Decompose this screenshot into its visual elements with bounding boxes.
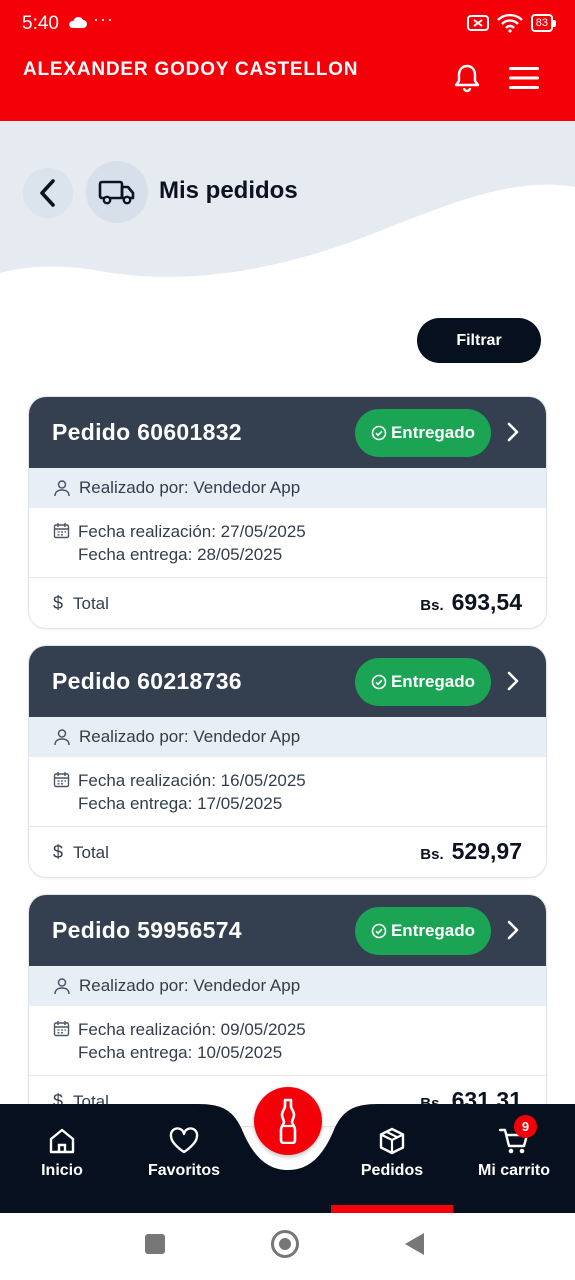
status-label: Entregado xyxy=(390,921,476,940)
order-amount: Bs. 529,97 xyxy=(420,838,522,865)
back-system-icon[interactable] xyxy=(405,1233,424,1255)
recents-icon[interactable] xyxy=(145,1234,165,1254)
chevron-right-icon[interactable] xyxy=(506,670,520,692)
order-made-by: Realizado por: Vendedor App xyxy=(29,966,546,1006)
order-date: Fecha realización: 09/05/2025 xyxy=(78,1020,306,1039)
header-wave xyxy=(0,121,575,277)
made-by-text: Realizado por: Vendedor App xyxy=(79,976,301,995)
truck-badge xyxy=(86,161,148,223)
system-nav-bar xyxy=(0,1213,575,1280)
total-value: 693,54 xyxy=(451,589,522,615)
status-label: Entregado xyxy=(390,672,476,691)
active-tab-indicator xyxy=(331,1205,453,1213)
currency: Bs. xyxy=(420,846,444,863)
nav-label: Pedidos xyxy=(360,1162,424,1179)
total-label: Total xyxy=(73,843,109,862)
order-date: Fecha realización: 16/05/2025 xyxy=(78,771,306,790)
user-icon xyxy=(54,978,70,995)
order-made-by: Realizado por: Vendedor App xyxy=(29,468,546,508)
order-dates: Fecha realización: 16/05/2025 Fecha entr… xyxy=(29,757,546,827)
calendar-icon xyxy=(53,1021,70,1037)
cart-count-badge: 9 xyxy=(514,1115,537,1138)
chevron-right-icon[interactable] xyxy=(506,421,520,443)
orders-list: Pedido 60601832 Entregado Realizado por:… xyxy=(28,396,547,1143)
delivery-date: Fecha entrega: 10/05/2025 xyxy=(78,1043,283,1062)
order-date: Fecha realización: 27/05/2025 xyxy=(78,522,306,541)
user-icon xyxy=(54,480,70,497)
calendar-icon xyxy=(53,772,70,788)
check-circle-icon xyxy=(371,674,387,690)
delivery-date: Fecha entrega: 28/05/2025 xyxy=(78,545,283,564)
status-indicators: 83 xyxy=(466,13,557,33)
order-title: Pedido 59956574 xyxy=(52,917,242,943)
wifi-icon xyxy=(496,13,523,33)
page-header: Mis pedidos xyxy=(0,121,575,291)
order-card[interactable]: Pedido 60601832 Entregado Realizado por:… xyxy=(28,396,547,629)
nav-label: Favoritos xyxy=(147,1162,220,1179)
bottle-icon xyxy=(279,1098,297,1144)
order-card-header: Pedido 60218736 Entregado xyxy=(29,646,546,717)
dollar-icon: $ xyxy=(53,593,64,613)
status-badge: Entregado xyxy=(355,658,491,706)
box-icon xyxy=(379,1127,405,1155)
user-name: ALEXANDER GODOY CASTELLON xyxy=(23,59,359,80)
battery-icon: 83 xyxy=(530,14,557,32)
order-total-row: $ Total Bs. 529,97 xyxy=(29,827,546,877)
nav-item-favoritos[interactable]: Favoritos xyxy=(134,1104,234,1213)
order-made-by: Realizado por: Vendedor App xyxy=(29,717,546,757)
nav-label: Inicio xyxy=(41,1162,83,1179)
center-fab-button[interactable] xyxy=(254,1087,322,1155)
status-bar: 5:40 ··· 83 xyxy=(0,0,575,48)
order-total-row: $ Total Bs. 693,54 xyxy=(29,578,546,628)
order-card-header: Pedido 59956574 Entregado xyxy=(29,895,546,966)
nav-item-inicio[interactable]: Inicio xyxy=(17,1104,107,1213)
order-card-header: Pedido 60601832 Entregado xyxy=(29,397,546,468)
home-icon xyxy=(49,1128,75,1154)
back-button[interactable] xyxy=(23,168,73,218)
check-circle-icon xyxy=(371,923,387,939)
status-badge: Entregado xyxy=(355,907,491,955)
chevron-right-icon[interactable] xyxy=(506,919,520,941)
currency: Bs. xyxy=(420,597,444,614)
nav-label: Mi carrito xyxy=(477,1162,550,1179)
status-badge: Entregado xyxy=(355,409,491,457)
order-title: Pedido 60218736 xyxy=(52,668,242,694)
cloud-icon xyxy=(69,16,87,28)
status-time: 5:40 xyxy=(22,13,59,34)
order-amount: Bs. 693,54 xyxy=(420,589,522,616)
no-sim-icon xyxy=(466,15,489,31)
nav-item-mi-carrito[interactable]: Mi carrito xyxy=(464,1104,564,1213)
total-label: Total xyxy=(73,594,109,613)
order-dates: Fecha realización: 27/05/2025 Fecha entr… xyxy=(29,508,546,578)
app-bar: ALEXANDER GODOY CASTELLON xyxy=(0,48,575,121)
truck-icon xyxy=(98,180,135,205)
chevron-left-icon xyxy=(40,179,55,207)
dollar-icon: $ xyxy=(53,842,64,862)
delivery-date: Fecha entrega: 17/05/2025 xyxy=(78,794,283,813)
calendar-icon xyxy=(53,523,70,539)
hamburger-menu-icon[interactable] xyxy=(507,64,541,92)
status-label: Entregado xyxy=(390,423,476,442)
page-title: Mis pedidos xyxy=(159,177,298,204)
filter-button[interactable]: Filtrar xyxy=(417,318,541,363)
heart-icon xyxy=(169,1127,199,1154)
order-card[interactable]: Pedido 60218736 Entregado Realizado por:… xyxy=(28,645,547,878)
user-icon xyxy=(54,729,70,746)
status-more-dots: ··· xyxy=(93,9,114,29)
made-by-text: Realizado por: Vendedor App xyxy=(79,478,301,497)
order-dates: Fecha realización: 09/05/2025 Fecha entr… xyxy=(29,1006,546,1076)
nav-item-pedidos[interactable]: Pedidos xyxy=(341,1104,443,1213)
made-by-text: Realizado por: Vendedor App xyxy=(79,727,301,746)
order-title: Pedido 60601832 xyxy=(52,419,242,445)
bell-icon[interactable] xyxy=(451,62,483,94)
home-system-icon[interactable] xyxy=(271,1230,299,1258)
total-value: 529,97 xyxy=(451,838,522,864)
check-circle-icon xyxy=(371,425,387,441)
